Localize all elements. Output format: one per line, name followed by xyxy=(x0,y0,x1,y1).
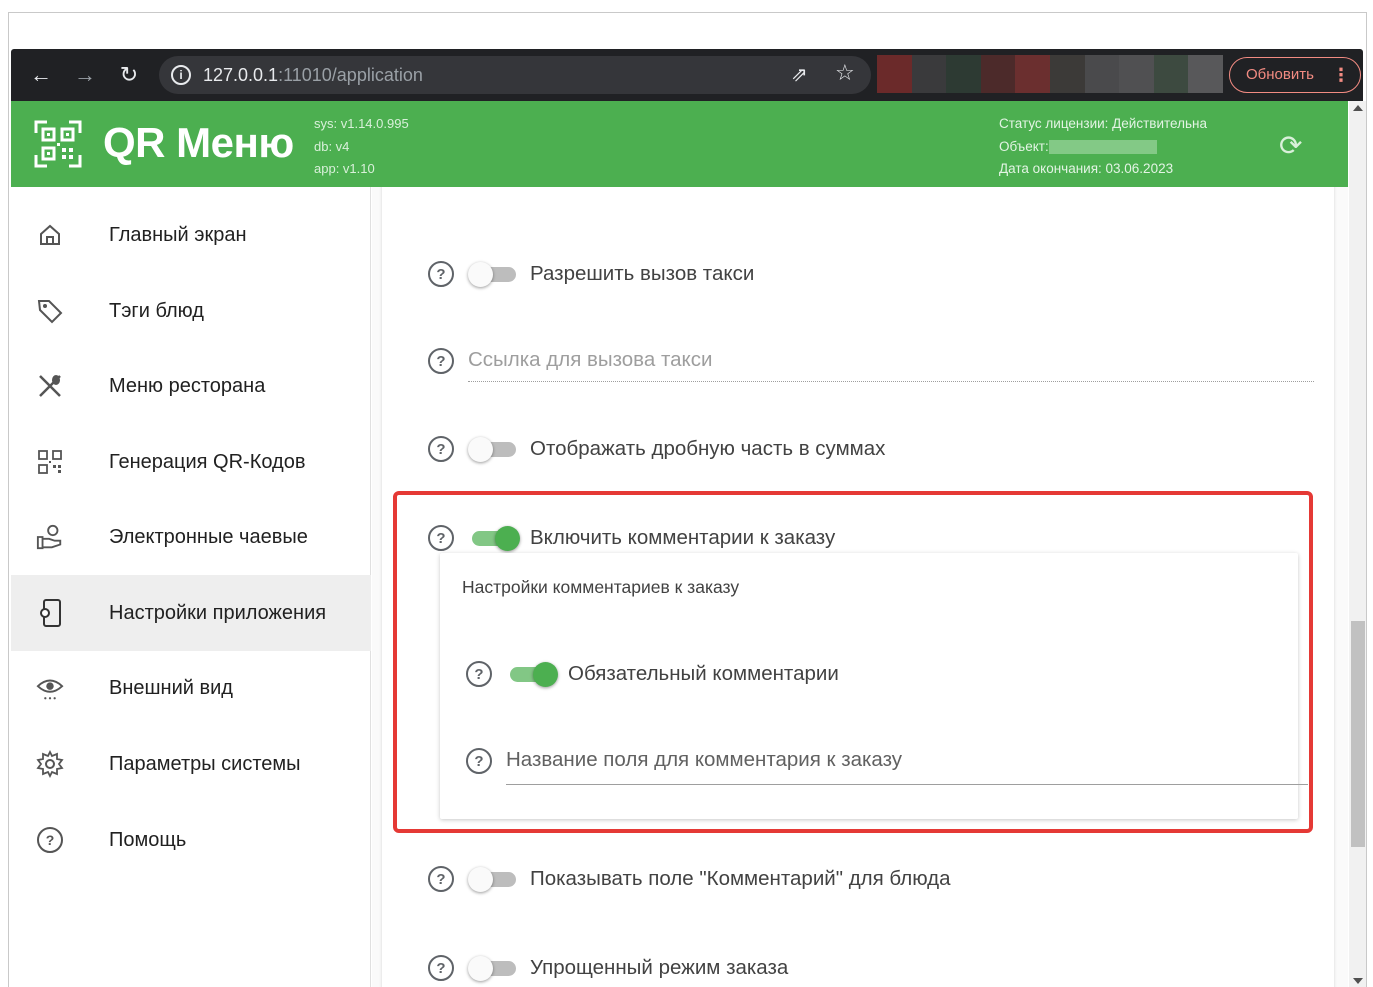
sidebar-item-system[interactable]: Параметры системы xyxy=(11,726,371,802)
taxi-link-placeholder: Ссылка для вызова такси xyxy=(468,348,713,371)
help-icon[interactable]: ? xyxy=(466,661,492,687)
order-comments-switch[interactable] xyxy=(468,523,520,553)
extensions-area xyxy=(877,55,1223,93)
license-object-label: Объект: xyxy=(999,138,1049,154)
help-icon[interactable]: ? xyxy=(428,525,454,551)
home-icon xyxy=(36,221,64,249)
comment-field-name-placeholder: Название поля для комментария к заказу xyxy=(506,748,903,771)
back-icon[interactable]: ← xyxy=(25,59,57,91)
refresh-icon[interactable]: ⟳ xyxy=(1279,129,1302,162)
dish-comment-switch[interactable] xyxy=(468,864,520,894)
sidebar-item-help[interactable]: ? Помощь xyxy=(11,802,371,878)
scrollbar-thumb[interactable] xyxy=(1351,621,1365,847)
sidebar-item-label: Электронные чаевые xyxy=(109,525,308,548)
sidebar-item-label: Главный экран xyxy=(109,223,247,246)
sidebar-item-app-settings[interactable]: Настройки приложения xyxy=(11,575,371,651)
help-icon[interactable]: ? xyxy=(428,261,454,287)
license-info: Статус лицензии: Действительна Объект: Д… xyxy=(999,113,1207,181)
sys-version: sys: v1.14.0.995 xyxy=(314,116,409,131)
sidebar: Главный экран Тэги блюд Меню ресторана Г… xyxy=(11,187,371,987)
comment-field-name-row: ? xyxy=(466,748,492,774)
qr-code-icon xyxy=(36,448,64,476)
help-icon[interactable]: ? xyxy=(428,866,454,892)
help-icon[interactable]: ? xyxy=(428,436,454,462)
sidebar-item-home[interactable]: Главный экран xyxy=(11,197,371,273)
sidebar-item-label: Внешний вид xyxy=(109,676,233,699)
scroll-down-icon[interactable] xyxy=(1353,978,1363,984)
taxi-link-row: ? xyxy=(428,348,454,374)
dish-comment-row: ? Показывать поле "Комментарий" для блюд… xyxy=(428,864,951,894)
license-status: Статус лицензии: Действительна xyxy=(999,116,1207,131)
order-comments-label: Включить комментарии к заказу xyxy=(530,526,836,549)
site-info-icon[interactable]: i xyxy=(171,65,191,85)
scroll-up-icon[interactable] xyxy=(1353,105,1363,111)
order-comments-row: ? Включить комментарии к заказу xyxy=(428,523,835,553)
license-expiry: Дата окончания: 03.06.2023 xyxy=(999,161,1174,176)
reload-icon[interactable]: ↻ xyxy=(113,59,145,91)
db-version: db: v4 xyxy=(314,138,350,154)
browser-toolbar: ← → ↻ i 127.0.0.1:11010/application ⇗ ☆ … xyxy=(11,49,1363,101)
simple-mode-label: Упрощенный режим заказа xyxy=(530,956,789,979)
comments-panel-title: Настройки комментариев к заказу xyxy=(462,577,740,597)
cutlery-icon xyxy=(36,372,64,400)
app-settings-icon xyxy=(36,599,64,627)
show-fraction-switch[interactable] xyxy=(468,434,520,464)
qr-logo-icon xyxy=(34,120,82,168)
tag-icon xyxy=(36,297,64,325)
help-icon[interactable]: ? xyxy=(428,955,454,981)
sidebar-item-menu[interactable]: Меню ресторана xyxy=(11,348,371,424)
dish-comment-label: Показывать поле "Комментарий" для блюда xyxy=(530,867,951,890)
show-fraction-label: Отображать дробную часть в суммах xyxy=(530,437,886,460)
sidebar-item-appearance[interactable]: Внешний вид xyxy=(11,650,371,726)
help-icon[interactable]: ? xyxy=(466,748,492,774)
required-comment-row: ? Обязательный комментарии xyxy=(466,659,839,689)
app-header: QR Меню sys: v1.14.0.995 db: v4 app: v1.… xyxy=(11,101,1348,187)
app-version: app: v1.10 xyxy=(314,161,375,176)
taxi-call-label: Разрешить вызов такси xyxy=(530,262,755,285)
sidebar-item-label: Тэги блюд xyxy=(109,299,204,322)
svg-text:?: ? xyxy=(46,832,55,848)
update-button[interactable]: Обновить ⋮ xyxy=(1229,57,1361,93)
settings-card: ? Разрешить вызов такси ? Ссылка для выз… xyxy=(382,187,1334,987)
sidebar-item-tips[interactable]: Электронные чаевые xyxy=(11,499,371,575)
sidebar-item-label: Параметры системы xyxy=(109,752,301,775)
license-object-value xyxy=(1048,139,1157,154)
url-host: 127.0.0.1 xyxy=(203,65,279,85)
help-icon: ? xyxy=(36,826,64,854)
sidebar-item-label: Генерация QR-Кодов xyxy=(109,450,306,473)
show-fraction-row: ? Отображать дробную часть в суммах xyxy=(428,434,885,464)
bookmark-star-icon[interactable]: ☆ xyxy=(835,60,855,86)
update-button-label: Обновить xyxy=(1246,66,1314,83)
taxi-call-switch[interactable] xyxy=(468,259,520,289)
help-icon[interactable]: ? xyxy=(428,348,454,374)
share-icon[interactable]: ⇗ xyxy=(791,62,808,87)
sidebar-item-qr[interactable]: Генерация QR-Кодов xyxy=(11,424,371,500)
eye-icon xyxy=(36,674,64,702)
sidebar-item-label: Помощь xyxy=(109,828,187,851)
sidebar-item-label: Меню ресторана xyxy=(109,374,266,397)
comment-field-name-input[interactable]: Название поля для комментария к заказу xyxy=(506,748,1308,785)
browser-menu-icon[interactable]: ⋮ xyxy=(1332,58,1350,92)
required-comment-switch[interactable] xyxy=(506,659,558,689)
gear-icon xyxy=(36,750,64,778)
sidebar-item-tags[interactable]: Тэги блюд xyxy=(11,273,371,349)
taxi-link-input[interactable]: Ссылка для вызова такси xyxy=(468,348,1314,382)
url-path: :11010/application xyxy=(278,65,423,85)
version-info: sys: v1.14.0.995 db: v4 app: v1.10 xyxy=(314,113,409,181)
simple-mode-switch[interactable] xyxy=(468,953,520,983)
comments-settings-panel: Настройки комментариев к заказу ? Обязат… xyxy=(440,553,1308,819)
address-bar[interactable]: i 127.0.0.1:11010/application ⇗ ☆ xyxy=(159,56,871,94)
taxi-call-row: ? Разрешить вызов такси xyxy=(428,259,754,289)
app-title: QR Меню xyxy=(103,119,294,166)
page-scrollbar[interactable] xyxy=(1349,101,1366,987)
window: ← → ↻ i 127.0.0.1:11010/application ⇗ ☆ … xyxy=(8,12,1367,987)
tips-icon xyxy=(36,523,64,551)
sidebar-item-label: Настройки приложения xyxy=(109,601,327,624)
url-text[interactable]: 127.0.0.1:11010/application xyxy=(203,65,423,86)
main-content: ? Разрешить вызов такси ? Ссылка для выз… xyxy=(372,187,1348,987)
forward-icon[interactable]: → xyxy=(69,59,101,91)
required-comment-label: Обязательный комментарии xyxy=(568,662,839,685)
simple-mode-row: ? Упрощенный режим заказа xyxy=(428,953,788,983)
